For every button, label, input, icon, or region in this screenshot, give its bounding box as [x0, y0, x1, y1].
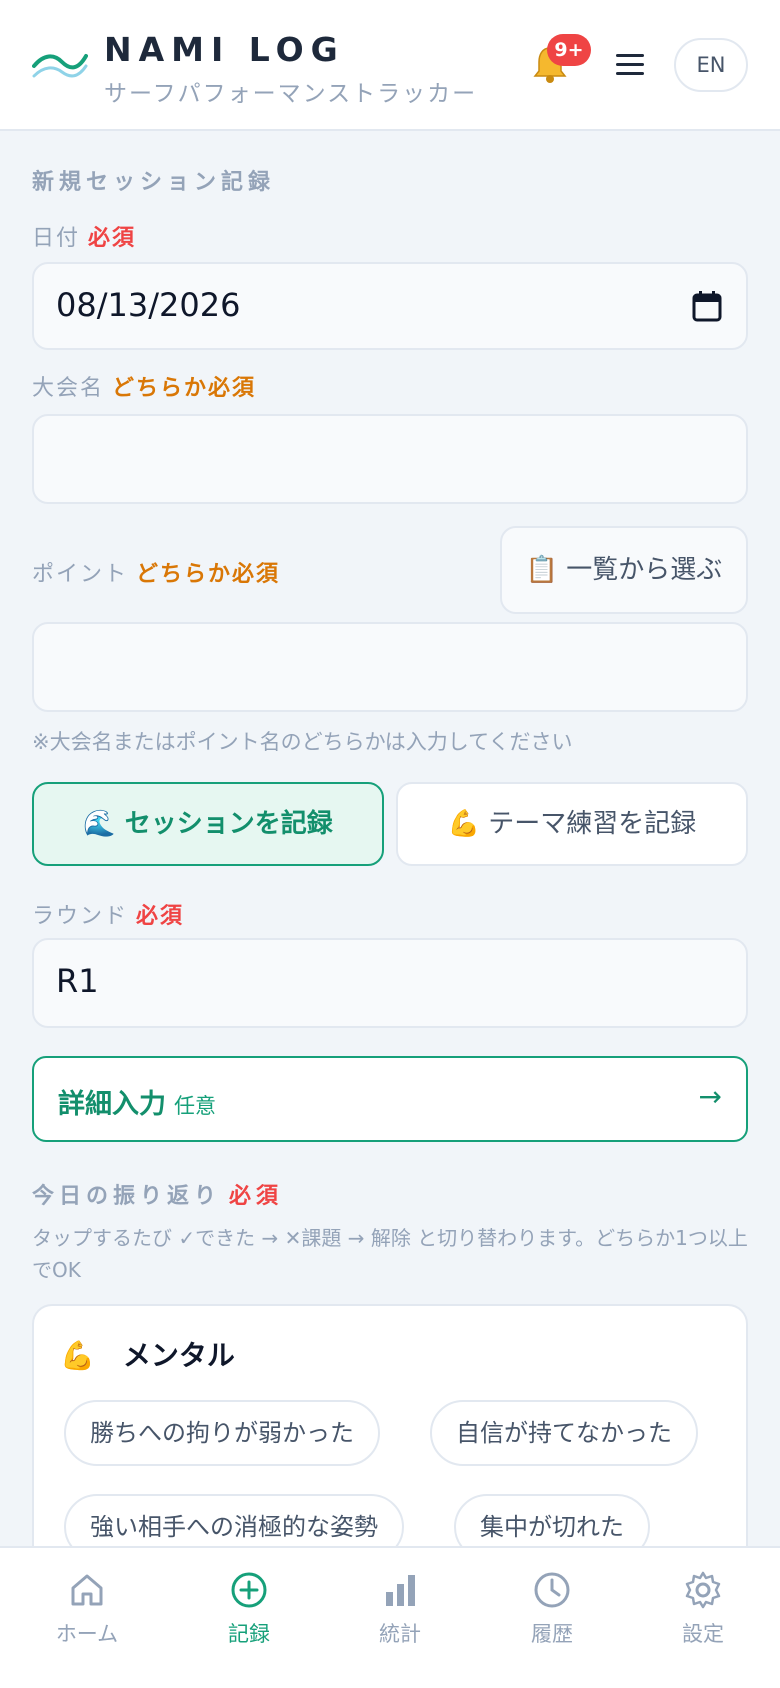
required-tag: 必須 [136, 904, 185, 929]
app-header: NAMI LOG サーフパフォーマンストラッカー 9+ EN [0, 0, 780, 131]
reflection-chip[interactable]: 集中が切れた [454, 1494, 650, 1546]
nav-label: ホーム [55, 1622, 119, 1646]
point-label: ポイント どちらか必須 [32, 556, 280, 588]
bar-chart-icon [386, 1575, 415, 1606]
round-value: R1 [56, 962, 99, 1000]
reflection-chip[interactable]: 強い相手への消極的な姿勢 [64, 1494, 404, 1546]
gear-icon [685, 1571, 721, 1609]
point-name-input[interactable] [32, 622, 748, 712]
event-name-input[interactable] [32, 414, 748, 504]
calendar-icon[interactable] [692, 290, 722, 322]
mental-card: 💪 メンタル 勝ちへの拘りが弱かった 自信が持てなかった 強い相手への消極的な姿… [32, 1304, 748, 1546]
nav-stats[interactable]: 統計 [335, 1548, 465, 1668]
wave-logo-icon [32, 54, 88, 78]
record-theme-practice-button[interactable]: 💪 テーマ練習を記録 [396, 782, 748, 866]
either-required-tag: どちらか必須 [136, 562, 281, 587]
language-button[interactable]: EN [674, 38, 748, 92]
reflection-help: タップするたび ✓できた → ✕課題 → 解除 と切り替わります。どちらか1つ以… [32, 1226, 748, 1282]
clock-icon [534, 1572, 570, 1608]
mental-card-title: 💪 メンタル [60, 1339, 235, 1372]
date-label-text: 日付 [32, 226, 81, 251]
event-label-text: 大会名 [32, 376, 105, 401]
pick-from-list-button[interactable]: 📋 一覧から選ぶ [500, 526, 748, 614]
bottom-nav: ホーム 記録 統計 履歴 設定 [0, 1546, 780, 1688]
required-tag: 必須 [229, 1184, 284, 1209]
arrow-right-icon: → [698, 1080, 722, 1113]
home-icon [71, 1574, 103, 1606]
nav-history[interactable]: 履歴 [487, 1548, 617, 1668]
optional-tag: 任意 [174, 1094, 216, 1118]
form-content: 新規セッション記録 日付 必須 08/13/2026 大会名 どちらか必須 ポイント… [0, 132, 780, 1546]
input-note: ※大会名またはポイント名のどちらかは入力してください [32, 730, 573, 754]
nav-home[interactable]: ホーム [22, 1548, 152, 1668]
point-label-text: ポイント [32, 562, 129, 587]
date-value: 08/13/2026 [56, 286, 241, 324]
event-label: 大会名 どちらか必須 [32, 370, 256, 402]
nav-label: 履歴 [531, 1622, 573, 1646]
menu-icon[interactable] [616, 54, 644, 78]
nav-label: 設定 [682, 1622, 724, 1646]
notification-badge: 9+ [547, 34, 591, 66]
round-input[interactable]: R1 [32, 938, 748, 1028]
date-label: 日付 必須 [32, 220, 136, 252]
round-label-text: ラウンド [32, 904, 129, 929]
reflection-title-text: 今日の振り返り [32, 1184, 222, 1209]
reflection-chip[interactable]: 勝ちへの拘りが弱かった [64, 1400, 380, 1466]
plus-circle-icon [231, 1572, 267, 1608]
detail-title: 詳細入力 任意 [58, 1082, 216, 1121]
required-tag: 必須 [88, 226, 137, 251]
either-required-tag: どちらか必須 [112, 376, 257, 401]
detail-title-text: 詳細入力 [58, 1089, 166, 1120]
round-label: ラウンド 必須 [32, 898, 184, 930]
date-input[interactable]: 08/13/2026 [32, 262, 748, 350]
detail-input-button[interactable]: 詳細入力 任意 → [32, 1056, 748, 1142]
section-title: 新規セッション記録 [32, 170, 276, 195]
nav-label: 記録 [228, 1622, 270, 1646]
reflection-chip[interactable]: 自信が持てなかった [430, 1400, 698, 1466]
app-subtitle: サーフパフォーマンストラッカー [104, 81, 478, 107]
app-title: NAMI LOG [104, 30, 345, 69]
nav-record[interactable]: 記録 [184, 1548, 314, 1668]
nav-label: 統計 [379, 1622, 421, 1646]
nav-settings[interactable]: 設定 [638, 1548, 768, 1668]
reflection-title: 今日の振り返り 必須 [32, 1178, 283, 1210]
record-session-button[interactable]: 🌊 セッションを記録 [32, 782, 384, 866]
